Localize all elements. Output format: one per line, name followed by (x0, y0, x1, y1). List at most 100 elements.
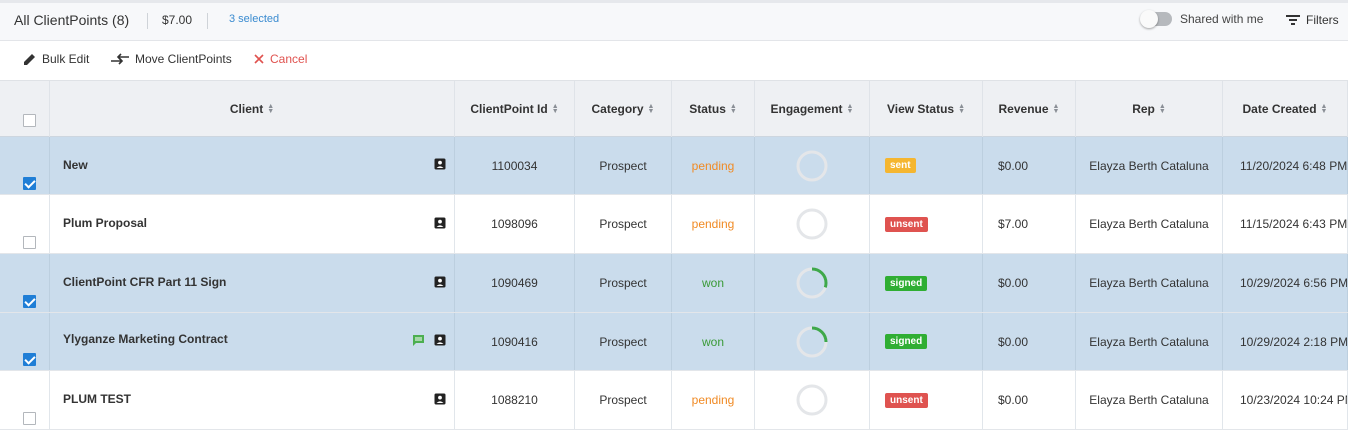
cell-engagement (755, 254, 870, 312)
cell-id: 1090416 (455, 313, 575, 370)
cell-view-status: signed (870, 254, 983, 312)
cell-category: Prospect (575, 254, 672, 312)
engagement-ring-icon (796, 326, 828, 357)
client-actions (390, 195, 446, 253)
column-header-label: Rep (1132, 102, 1155, 116)
cell-category: Prospect (575, 195, 672, 253)
engagement-track (796, 208, 828, 240)
cell-id: 1090469 (455, 254, 575, 312)
client-name[interactable]: Ylyganze Marketing Contract (63, 332, 228, 346)
cell-revenue: $0.00 (983, 371, 1076, 429)
engagement-ring-icon (796, 208, 828, 240)
cell-category: Prospect (575, 313, 672, 370)
sort-icon: ▲ ▼ (1158, 103, 1166, 115)
category-value: Prospect (599, 217, 647, 231)
move-clientpoints-button[interactable]: Move ClientPoints (111, 52, 232, 66)
revenue-value: $0.00 (998, 393, 1029, 407)
cell-revenue: $0.00 (983, 313, 1076, 370)
status-text: pending (691, 217, 735, 231)
client-name[interactable]: ClientPoint CFR Part 11 Sign (63, 275, 226, 289)
column-header-id[interactable]: ClientPoint Id ▲ ▼ (455, 81, 575, 137)
table-row[interactable]: New 1100034 Prospect pending sent $0.00 Elayza… (0, 137, 1348, 195)
table-row[interactable]: Ylyganze Marketing Contract 1090416 Prospe… (0, 313, 1348, 371)
view-status-badge: signed (885, 275, 928, 291)
cell-rep: Elayza Berth Cataluna (1076, 195, 1223, 253)
revenue-value: $0.00 (998, 158, 1029, 173)
cell-client[interactable]: ClientPoint CFR Part 11 Sign (50, 254, 455, 312)
comment-icon[interactable] (412, 334, 425, 350)
filters-button[interactable]: Filters (1286, 13, 1339, 27)
contact-card-icon[interactable] (434, 217, 446, 232)
table-row[interactable]: PLUM TEST 1088210 Prospect pending unsent $0.… (0, 371, 1348, 430)
id-value: 1098096 (491, 217, 538, 231)
cell-engagement (755, 313, 870, 370)
shared-with-me-toggle[interactable] (1140, 10, 1172, 28)
page-title: All ClientPoints (8) (14, 12, 130, 28)
sort-icon: ▲ ▼ (729, 103, 737, 115)
column-header-label: Category (591, 102, 644, 116)
cell-date: 10/29/2024 2:18 PM (1223, 313, 1348, 370)
column-header-revenue[interactable]: Revenue ▲ ▼ (983, 81, 1076, 137)
cell-engagement (755, 195, 870, 253)
view-status-badge: sent (885, 158, 916, 173)
cell-id: 1100034 (455, 137, 575, 194)
column-header-label: View Status (886, 102, 955, 116)
date-created: 10/29/2024 6:56 PM (1240, 276, 1348, 290)
sort-icon: ▲ ▼ (267, 103, 275, 115)
selected-count[interactable]: 3 selected (229, 13, 279, 25)
cell-revenue: $7.00 (983, 195, 1076, 253)
cell-view-status: unsent (870, 195, 983, 253)
header-select-column (0, 81, 50, 137)
bulk-toolbar: Bulk Edit Move ClientPoints Cancel (0, 41, 1348, 81)
cell-rep: Elayza Berth Cataluna (1076, 313, 1223, 370)
column-header-label: ClientPoint Id (470, 102, 548, 116)
cell-client[interactable]: New (50, 137, 455, 194)
date-created: 10/23/2024 10:24 PM (1240, 393, 1348, 407)
column-header-client[interactable]: Client ▲ ▼ (50, 81, 455, 137)
column-header-engagement[interactable]: Engagement ▲ ▼ (755, 81, 870, 137)
pencil-icon (24, 54, 35, 65)
contact-card-icon[interactable] (434, 334, 446, 349)
column-header-label: Engagement (770, 102, 843, 116)
date-created: 11/20/2024 6:48 PM (1240, 158, 1348, 173)
sort-icon: ▲ ▼ (846, 103, 854, 115)
cell-status: won (672, 254, 755, 312)
status-text: pending (691, 393, 735, 407)
table-row[interactable]: Plum Proposal 1098096 Prospect pending unsen… (0, 195, 1348, 254)
engagement-ring-icon (796, 384, 828, 416)
date-created: 11/15/2024 6:43 PM (1240, 217, 1348, 231)
bulk-edit-button[interactable]: Bulk Edit (24, 52, 89, 66)
client-name[interactable]: Plum Proposal (63, 216, 147, 230)
cancel-button[interactable]: Cancel (254, 52, 307, 66)
column-header-category[interactable]: Category ▲ ▼ (575, 81, 672, 137)
row-select-cell (0, 254, 50, 312)
close-icon (254, 54, 264, 64)
contact-card-icon[interactable] (434, 158, 446, 173)
cell-status: won (672, 313, 755, 370)
cell-status: pending (672, 137, 755, 194)
rep-value: Elayza Berth Cataluna (1089, 276, 1209, 290)
client-name[interactable]: PLUM TEST (63, 392, 131, 406)
column-header-label: Revenue (998, 102, 1049, 116)
client-name[interactable]: New (63, 158, 88, 172)
column-header-label: Client (229, 102, 264, 116)
row-select-cell (0, 371, 50, 429)
cell-view-status: unsent (870, 371, 983, 429)
column-header-rep[interactable]: Rep ▲ ▼ (1076, 81, 1223, 137)
cell-client[interactable]: PLUM TEST (50, 371, 455, 429)
id-value: 1088210 (491, 393, 538, 407)
column-header-date[interactable]: Date Created ▲ ▼ (1223, 81, 1348, 137)
table-row[interactable]: ClientPoint CFR Part 11 Sign 1090469 Prosp… (0, 254, 1348, 313)
rep-value: Elayza Berth Cataluna (1089, 217, 1209, 231)
cell-category: Prospect (575, 137, 672, 194)
column-header-view-status[interactable]: View Status ▲ ▼ (870, 81, 983, 137)
revenue-value: $7.00 (998, 217, 1029, 231)
cell-client[interactable]: Ylyganze Marketing Contract (50, 313, 455, 370)
rep-value: Elayza Berth Cataluna (1089, 158, 1209, 173)
contact-card-icon[interactable] (434, 276, 446, 291)
bulk-edit-label: Bulk Edit (42, 52, 90, 66)
contact-card-icon[interactable] (434, 393, 446, 408)
cell-client[interactable]: Plum Proposal (50, 195, 455, 253)
sort-icon: ▲ ▼ (647, 103, 655, 115)
column-header-status[interactable]: Status ▲ ▼ (672, 81, 755, 137)
